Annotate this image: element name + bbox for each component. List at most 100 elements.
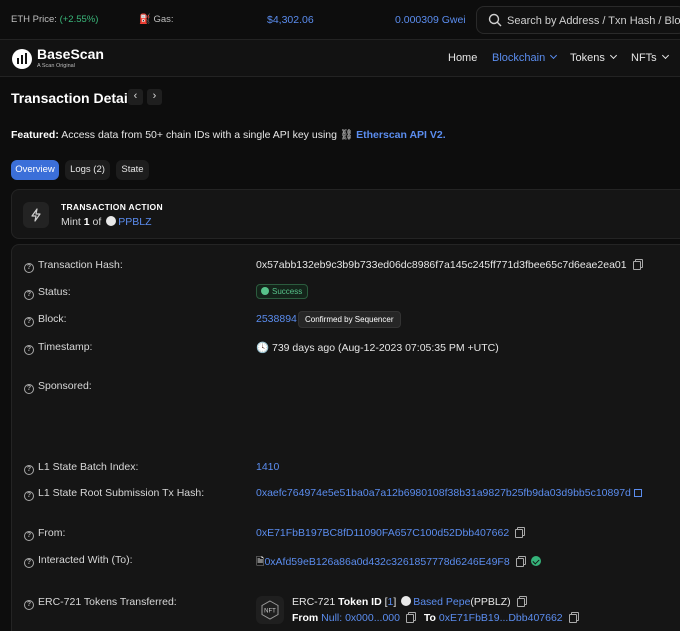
nav-tokens[interactable]: Tokens (570, 51, 617, 64)
from-value: 0xE71FbB197BC8fD11090FA657C100d52Dbb4076… (256, 527, 526, 539)
l1-batch-link[interactable]: 1410 (256, 461, 279, 473)
block-link[interactable]: 2538894 (256, 313, 297, 325)
transfer-from-link[interactable]: Null: 0x000...000 (321, 612, 400, 624)
transfer-to-label: To (423, 612, 436, 624)
tab-overview[interactable]: Overview (11, 160, 59, 180)
eth-price-label: ETH Price: (11, 14, 57, 25)
help-icon[interactable]: ? (24, 558, 34, 568)
from-label: ? From: (24, 527, 65, 541)
to-address-link[interactable]: 0xAfd59eB126a86a0d432c3261857778d6246E49… (264, 556, 509, 568)
help-icon[interactable]: ? (24, 290, 34, 300)
help-icon[interactable]: ? (24, 465, 34, 475)
help-icon[interactable]: ? (24, 600, 34, 610)
transfer-to-link[interactable]: 0xE71FbB19...Dbb407662 (439, 612, 563, 624)
featured-label: Featured: (11, 129, 59, 141)
eth-price-change: (+2.55%) (59, 14, 99, 25)
brand-name: BaseScan (37, 46, 104, 62)
brand-tagline: A Scan Original (37, 63, 75, 69)
help-icon[interactable]: ? (24, 263, 34, 273)
sponsored-label-text: Sponsored: (38, 380, 92, 392)
eth-price-value[interactable]: $4,302.06 (267, 14, 314, 26)
chevron-down-icon (609, 51, 617, 60)
help-icon[interactable]: ? (24, 491, 34, 501)
tx-hash-label: ? Transaction Hash: (24, 259, 123, 273)
featured-text: Access data from 50+ chain IDs with a si… (61, 129, 337, 141)
lightning-icon (23, 202, 49, 228)
token-icon (401, 596, 412, 606)
tab-state[interactable]: State (116, 160, 149, 180)
tx-hash-label-text: Transaction Hash: (38, 259, 123, 271)
etherscan-api-link[interactable]: Etherscan API V2. (356, 129, 445, 141)
help-icon[interactable]: ? (24, 317, 34, 327)
nav-nfts-label: NFTs (631, 52, 657, 64)
status-label: ? Status: (24, 286, 71, 300)
help-icon[interactable]: ? (24, 531, 34, 541)
status-text: Success (272, 287, 303, 296)
to-label: ? Interacted With (To): (24, 554, 133, 568)
l1-root-link[interactable]: 0xaefc764974e5e51ba0a7a12b6980108f38b31a… (256, 487, 631, 499)
transaction-action-label: TRANSACTION ACTION (61, 202, 163, 212)
timestamp-label: ? Timestamp: (24, 341, 92, 355)
transaction-action-card: TRANSACTION ACTION Mint 1 of PPBLZ (11, 189, 680, 239)
tx-hash-text: 0x57abb132eb9c3b9b733ed06dc8986f7a145c24… (256, 259, 627, 271)
search-input[interactable]: Search by Address / Txn Hash / Block (476, 6, 680, 34)
token-id-link[interactable]: 1 (388, 596, 394, 608)
l1-batch-label: ? L1 State Batch Index: (24, 461, 138, 475)
block-label: ? Block: (24, 313, 67, 327)
help-icon[interactable]: ? (24, 345, 34, 355)
basescan-logo-icon (12, 49, 32, 69)
sponsored-label: ? Sponsored: (24, 380, 92, 394)
verified-check-icon (530, 556, 541, 566)
nav-home[interactable]: Home (448, 52, 477, 64)
gas-value[interactable]: 0.000309 Gwei (395, 14, 466, 26)
nav-tokens-label: Tokens (570, 52, 605, 64)
external-link-icon[interactable] (633, 489, 642, 497)
status-label-text: Status: (38, 286, 71, 298)
action-count: 1 (83, 216, 90, 228)
copy-icon[interactable] (516, 596, 527, 607)
eth-price: ETH Price: $4,302.06 (+2.55%) (11, 14, 314, 26)
timestamp-label-text: Timestamp: (38, 341, 93, 353)
chevron-down-icon (661, 51, 669, 60)
from-address-link[interactable]: 0xE71FbB197BC8fD11090FA657C100d52Dbb4076… (256, 527, 509, 539)
token-name-link[interactable]: Based Pepe (413, 596, 470, 608)
copy-icon[interactable] (568, 612, 579, 623)
erc721-standard: ERC-721 (292, 596, 336, 608)
copy-icon[interactable] (515, 527, 526, 538)
link-icon: ⛓ (339, 129, 354, 141)
next-tx-button[interactable]: › (147, 89, 162, 105)
help-icon[interactable]: ? (24, 384, 34, 394)
clock-icon: 🕓 (256, 342, 270, 354)
timestamp-value: 🕓 739 days ago (Aug-12-2023 07:05:35 PM … (256, 341, 499, 354)
timestamp-text: 739 days ago (Aug-12-2023 07:05:35 PM +U… (272, 342, 499, 354)
gas-pump-icon: ⛽ (139, 14, 151, 25)
page-title: Transaction Details (11, 90, 140, 106)
gas-price: ⛽ Gas: 0.000309 Gwei (139, 14, 466, 26)
nft-icon: NFT (256, 596, 284, 624)
token-symbol: (PPBLZ) (470, 596, 511, 608)
copy-icon[interactable] (515, 556, 526, 567)
erc721-label-text: ERC-721 Tokens Transferred: (38, 596, 177, 608)
search-placeholder: Search by Address / Txn Hash / Block (507, 15, 680, 27)
transaction-details-card (11, 244, 680, 631)
to-label-text: Interacted With (To): (38, 554, 133, 566)
gas-label: Gas: (153, 14, 174, 25)
tab-logs[interactable]: Logs (2) (65, 160, 110, 180)
to-value: 🗎0xAfd59eB126a86a0d432c3261857778d6246E4… (256, 554, 541, 572)
transaction-action-text: Mint 1 of PPBLZ (61, 216, 151, 228)
token-link[interactable]: PPBLZ (118, 216, 151, 228)
prev-tx-button[interactable]: ‹ (128, 89, 143, 105)
nav-blockchain-label: Blockchain (492, 52, 546, 64)
nav-blockchain[interactable]: Blockchain (492, 51, 558, 64)
erc721-label: ? ERC-721 Tokens Transferred: (24, 596, 177, 610)
chevron-down-icon (550, 51, 558, 60)
nav-nfts[interactable]: NFTs (631, 51, 669, 64)
erc721-token-line: ERC-721 Token ID [1] Based Pepe(PPBLZ) (292, 596, 527, 608)
token-id-label: Token ID (338, 596, 382, 608)
status-badge: Success (256, 284, 309, 299)
copy-icon[interactable] (632, 259, 643, 270)
check-circle-icon (261, 287, 269, 295)
erc721-transfer-line: From Null: 0x000...000 To 0xE71FbB19...D… (292, 612, 579, 624)
copy-icon[interactable] (405, 612, 416, 623)
featured-banner: Featured: Access data from 50+ chain IDs… (11, 128, 446, 141)
